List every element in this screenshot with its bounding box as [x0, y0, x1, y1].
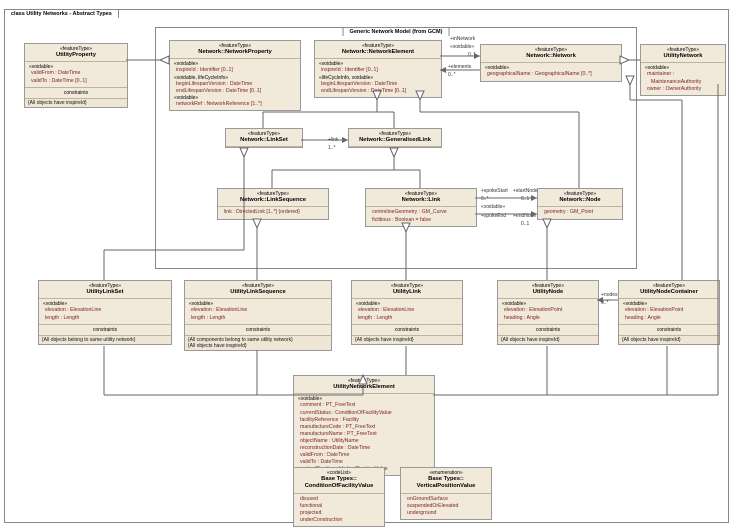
class-utility-property: «featureType»UtilityProperty «voidable» …	[24, 43, 128, 108]
outer-frame-title: class Utility Networks - Abstract Types	[4, 9, 119, 18]
assoc-voidable-1: «voidable»	[450, 44, 474, 50]
assoc-m0n-2: 0..*	[448, 72, 456, 78]
assoc-voidable-2: «voidable»	[481, 204, 505, 210]
assoc-spoke-start: +spokeStart	[481, 188, 508, 194]
diagram-canvas: class Utility Networks - Abstract Types …	[0, 0, 733, 525]
assoc-m0n-nodes: 0..*	[601, 300, 609, 306]
class-utility-link-set: «featureType»UtilityLinkSet «voidable» e…	[38, 280, 172, 345]
class-utility-link-sequence: «featureType»UtilityLinkSequence «voidab…	[184, 280, 332, 351]
class-utility-network: «featureType»UtilityNetwork «voidable» m…	[640, 44, 726, 96]
assoc-m1n: 1..*	[328, 145, 336, 151]
class-link-set: «featureType»Network::LinkSet	[225, 128, 303, 148]
enum-condition: «codeList»Base Types::ConditionOfFacilit…	[293, 467, 385, 527]
enum-vertical: «enumeration»Base Types::VerticalPositio…	[400, 467, 492, 520]
class-network-property: «featureType»Network::NetworkProperty «v…	[169, 40, 301, 111]
assoc-nodes: +nodes	[601, 292, 618, 298]
assoc-start-node: +startNode	[513, 188, 538, 194]
assoc-spoke-end: +spokeEnd	[481, 213, 506, 219]
assoc-m01-1: 0..1	[521, 196, 529, 202]
assoc-m0n-1: 0..*	[468, 52, 476, 58]
class-link: «featureType»Network::Link centrelineGeo…	[365, 188, 477, 227]
class-link-sequence: «featureType»Network::LinkSequence link …	[217, 188, 329, 220]
assoc-in-network: +inNetwork	[450, 36, 475, 42]
assoc-m01-2: 0..1	[521, 221, 529, 227]
assoc-elements: +elements	[448, 64, 471, 70]
assoc-end-node: +endNode	[513, 213, 536, 219]
class-utility-network-element: «featureType»UtilityNetworkElement «void…	[293, 375, 435, 476]
class-network: «featureType»Network::Network «voidable»…	[480, 44, 622, 82]
assoc-m0n-3: 0..*	[481, 196, 489, 202]
inner-frame-title: Generic Network Model (from GCM)	[343, 27, 450, 36]
class-utility-node-container: «featureType»UtilityNodeContainer «voida…	[618, 280, 720, 345]
class-utility-node: «featureType»UtilityNode «voidable» elev…	[497, 280, 599, 345]
assoc-link: +link	[328, 137, 338, 143]
class-generalised-link: «featureType»Network::GeneralisedLink	[348, 128, 442, 148]
class-utility-link: «featureType»UtilityLink «voidable» elev…	[351, 280, 463, 345]
class-node: «featureType»Network::Node geometry : GM…	[537, 188, 623, 220]
class-network-element: «featureType»Network::NetworkElement «vo…	[314, 40, 442, 98]
